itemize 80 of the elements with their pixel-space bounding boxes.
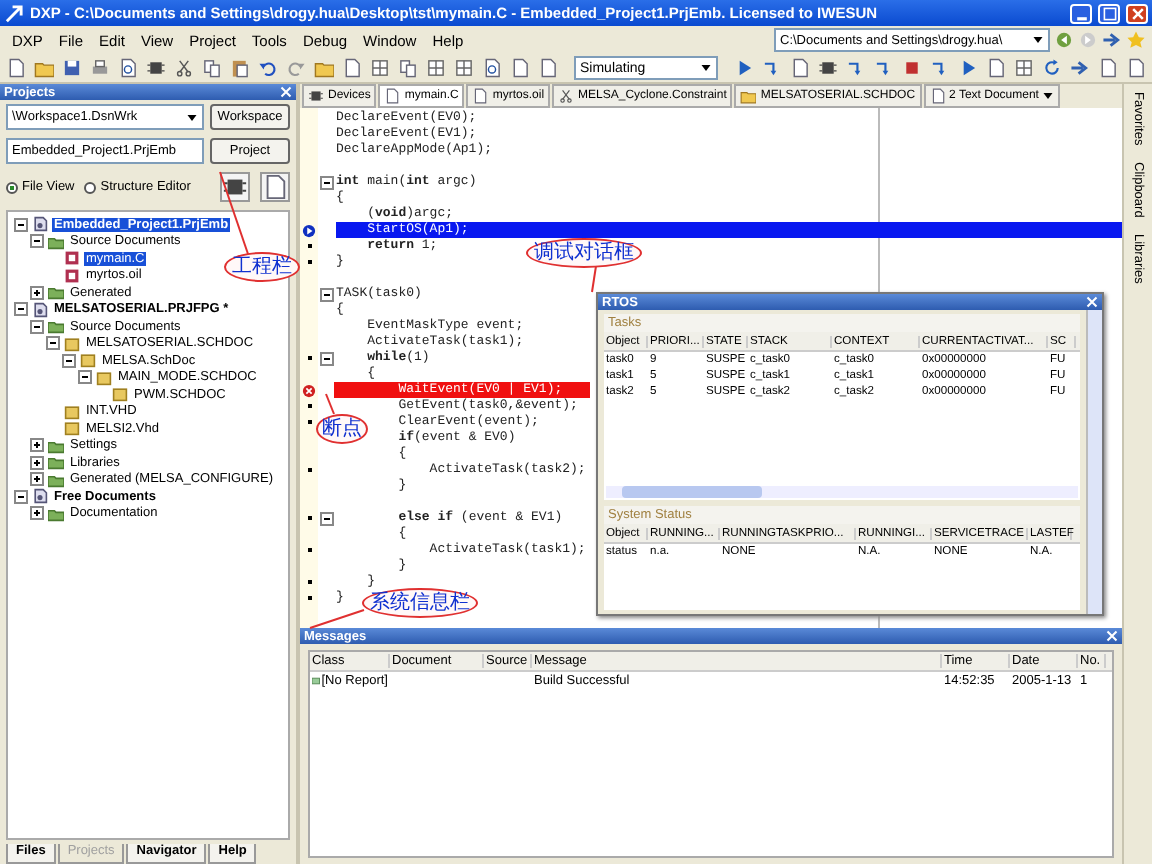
- collapse-icon[interactable]: [14, 302, 28, 317]
- step-icon[interactable]: [930, 58, 950, 78]
- back-icon[interactable]: [1054, 30, 1074, 50]
- vertical-scrollbar[interactable]: [1086, 310, 1102, 614]
- arrow-icon: [4, 3, 24, 23]
- close-button[interactable]: [1126, 3, 1148, 23]
- caret-icon: [186, 111, 198, 123]
- document-icon[interactable]: [986, 58, 1006, 78]
- leader-line: [325, 393, 335, 415]
- collapse-icon[interactable]: [320, 287, 334, 301]
- star-icon[interactable]: [1126, 30, 1146, 50]
- caret-icon: [1042, 90, 1055, 102]
- cut-icon[interactable]: [174, 58, 194, 78]
- project-icon: [32, 488, 48, 505]
- collapse-icon[interactable]: [320, 175, 334, 189]
- close-icon: [1129, 5, 1145, 21]
- message-icon: [312, 675, 320, 685]
- save-icon[interactable]: [62, 58, 82, 78]
- step-icon[interactable]: [762, 58, 782, 78]
- document-icon[interactable]: [342, 58, 362, 78]
- document-icon: [472, 88, 489, 104]
- expand-icon[interactable]: [30, 506, 44, 521]
- preview-icon[interactable]: [118, 58, 138, 78]
- chip-icon[interactable]: [818, 58, 838, 78]
- expand-icon[interactable]: [30, 438, 44, 453]
- leader-line: [309, 609, 365, 629]
- run-icon[interactable]: [734, 58, 754, 78]
- grid-icon[interactable]: [426, 58, 446, 78]
- collapse-icon[interactable]: [14, 217, 28, 232]
- horizontal-scrollbar[interactable]: [606, 486, 1078, 498]
- collapse-icon[interactable]: [46, 336, 60, 351]
- grid-icon[interactable]: [1014, 58, 1034, 78]
- caret-icon: [700, 62, 712, 74]
- chip-icon[interactable]: [220, 172, 250, 202]
- document-icon[interactable]: [790, 58, 810, 78]
- preview-icon[interactable]: [482, 58, 502, 78]
- project-icon: [32, 301, 48, 318]
- document-icon[interactable]: [6, 58, 26, 78]
- document-icon[interactable]: [260, 172, 290, 202]
- printer-icon[interactable]: [90, 58, 110, 78]
- paste-icon[interactable]: [230, 58, 250, 78]
- document-icon: [929, 88, 946, 104]
- refresh-icon[interactable]: [1042, 58, 1062, 78]
- leader-line: [591, 265, 597, 293]
- minimize-button[interactable]: [1070, 3, 1092, 23]
- expand-icon[interactable]: [30, 285, 44, 300]
- breakpoint-icon[interactable]: [302, 383, 316, 397]
- arrow-icon[interactable]: [1070, 58, 1090, 78]
- folder-icon[interactable]: [34, 58, 54, 78]
- collapse-icon[interactable]: [62, 353, 76, 368]
- collapse-icon[interactable]: [320, 351, 334, 365]
- collapse-icon[interactable]: [30, 234, 44, 249]
- copy-icon[interactable]: [202, 58, 222, 78]
- close-icon[interactable]: [280, 86, 292, 98]
- expand-icon[interactable]: [30, 472, 44, 487]
- expand-icon[interactable]: [30, 455, 44, 470]
- folder-icon: [48, 233, 64, 250]
- undo-icon[interactable]: [258, 58, 278, 78]
- collapse-icon[interactable]: [320, 511, 334, 525]
- project-icon: [32, 216, 48, 233]
- collapse-icon[interactable]: [30, 319, 44, 334]
- run-icon[interactable]: [958, 58, 978, 78]
- close-icon[interactable]: [1106, 630, 1118, 642]
- folder-icon[interactable]: [314, 58, 334, 78]
- arrow-icon[interactable]: [1102, 30, 1122, 50]
- close-icon[interactable]: [1086, 296, 1098, 308]
- chip-icon: [308, 88, 324, 104]
- cut-icon: [558, 88, 575, 104]
- collapse-icon[interactable]: [78, 370, 92, 385]
- copy-icon[interactable]: [398, 58, 418, 78]
- folder-icon: [740, 88, 757, 104]
- chip-icon[interactable]: [146, 58, 166, 78]
- grid-icon[interactable]: [454, 58, 474, 78]
- document-icon: [384, 88, 401, 104]
- stop-icon[interactable]: [902, 58, 922, 78]
- grid-icon[interactable]: [370, 58, 390, 78]
- collapse-icon[interactable]: [14, 489, 28, 504]
- maximize-button[interactable]: [1098, 3, 1120, 23]
- caret-icon: [1032, 34, 1044, 46]
- maximize-icon: [1101, 5, 1117, 21]
